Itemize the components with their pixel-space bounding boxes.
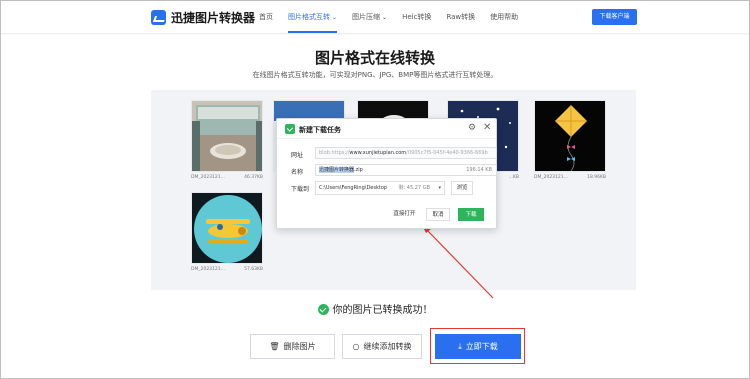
cancel-button[interactable]: 取消 <box>426 208 450 221</box>
download-app-icon <box>285 124 295 134</box>
browser-viewport: 迅捷图片转换器 首页 图片格式互转 ⌄ 图片压缩 ⌄ Heic转换 Raw转换 使用… <box>0 0 750 379</box>
url-rest: /0905c7f5-045f-4e40-9366-669b <box>406 150 488 156</box>
path-value: C:\Users\FengRing\Desktop <box>319 185 388 191</box>
dialog-header: 新建下载任务 ⚙ ✕ <box>277 119 496 139</box>
close-icon[interactable]: ✕ <box>483 122 491 133</box>
download-dialog: 新建下载任务 ⚙ ✕ 网址 blob:https://www.xunjietup… <box>276 118 497 229</box>
filename-field[interactable]: 迅捷图片转换器.zip 196.14 KB <box>315 164 497 176</box>
url-row: 网址 blob:https://www.xunjietupian.com/090… <box>291 147 497 159</box>
path-field[interactable]: C:\Users\FengRing\Desktop 剩: 45.27 GB ▾ <box>315 181 445 195</box>
name-row: 名称 迅捷图片转换器.zip 196.14 KB <box>291 164 497 176</box>
url-label: 网址 <box>291 152 304 159</box>
url-host: www.xunjietupian.com <box>349 150 407 156</box>
filename-ext: .zip <box>354 167 363 173</box>
file-size: 196.14 KB <box>466 167 492 173</box>
free-space: 剩: 45.27 GB <box>398 185 430 191</box>
url-field[interactable]: blob:https://www.xunjietupian.com/0905c7… <box>315 147 497 159</box>
dialog-title: 新建下载任务 <box>299 126 341 134</box>
path-row: 下载到 C:\Users\FengRing\Desktop 剩: 45.27 G… <box>291 181 491 195</box>
caret-down-icon[interactable]: ▾ <box>438 182 441 194</box>
settings-icon[interactable]: ⚙ <box>468 123 476 133</box>
browse-button[interactable]: 浏览 <box>451 181 473 195</box>
open-directly-button[interactable]: 直接打开 <box>389 208 420 221</box>
url-prefix: blob:https:// <box>319 150 350 156</box>
name-label: 名称 <box>291 169 304 176</box>
path-label: 下载到 <box>291 186 310 193</box>
filename-selected: 迅捷图片转换器 <box>319 167 355 173</box>
download-button[interactable]: 下载 <box>458 208 484 221</box>
